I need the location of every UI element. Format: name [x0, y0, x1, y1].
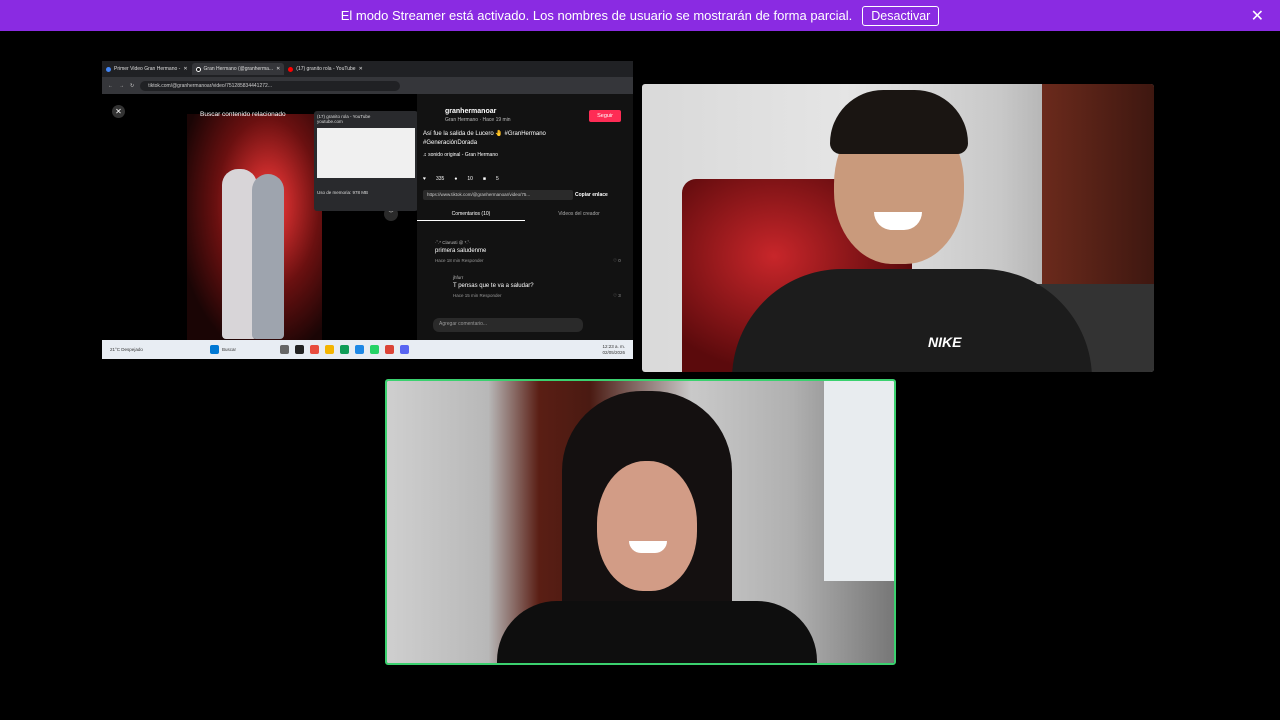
active-speaker-video-tile[interactable]	[385, 379, 896, 665]
like-count: 335	[435, 176, 445, 182]
comment-meta[interactable]: Hace 18 min Responder	[435, 258, 484, 263]
taskbar-search[interactable]: Buscar	[222, 347, 277, 352]
preview-thumbnail	[317, 128, 415, 178]
participant-video-tile[interactable]: NIKE	[642, 84, 1154, 372]
app-icon[interactable]	[355, 345, 364, 354]
app-icon[interactable]	[295, 345, 304, 354]
copy-link-button[interactable]: Copiar enlace	[575, 192, 608, 198]
close-video-icon[interactable]: ✕	[112, 105, 125, 118]
tab-close-icon[interactable]: ✕	[183, 66, 187, 72]
clock-time: 12:23 a. m.	[602, 343, 625, 349]
whatsapp-icon[interactable]	[370, 345, 379, 354]
reload-icon[interactable]: ↻	[130, 83, 134, 89]
chrome-icon[interactable]	[385, 345, 394, 354]
clock-date: 02/05/2026	[602, 349, 625, 355]
tab-close-icon[interactable]: ✕	[276, 66, 280, 72]
clock[interactable]: 12:23 a. m. 02/05/2026	[602, 344, 625, 356]
windows-taskbar: 21°C Despejado Buscar 12:23 a. m. 02/05/…	[102, 340, 633, 359]
app-icon[interactable]	[280, 345, 289, 354]
tab-comments[interactable]: Comentarios (10)	[417, 211, 525, 221]
comment-text: T pensas que te va a saludar?	[453, 283, 534, 289]
door	[1042, 84, 1154, 304]
comment-input[interactable]: Agregar comentario...	[433, 318, 583, 332]
tab-label: (17) granito rola - YouTube	[296, 66, 356, 72]
comment-user[interactable]: jhfurr	[453, 275, 463, 280]
follow-button[interactable]: Seguir	[589, 110, 621, 122]
participant-body	[497, 601, 817, 663]
forward-icon[interactable]: →	[119, 83, 124, 89]
streamer-mode-banner: El modo Streamer está activado. Los nomb…	[0, 0, 1280, 31]
banner-message: El modo Streamer está activado. Los nomb…	[340, 8, 853, 23]
tab-label: Gran Hermano (@granherma...	[203, 66, 274, 72]
close-icon[interactable]: ✕	[1251, 6, 1264, 26]
post-sound[interactable]: ♫ sonido original - Gran Hermano	[423, 152, 498, 158]
tab-close-icon[interactable]: ✕	[359, 66, 363, 72]
preview-memory: Uso de memoria: 978 MB	[317, 190, 369, 195]
comment-likes[interactable]: ♡ 3	[613, 293, 621, 299]
participant-face	[597, 461, 697, 591]
app-icon[interactable]	[340, 345, 349, 354]
comment-tabs: Comentarios (10) Videos del creador	[417, 211, 633, 221]
youtube-favicon-icon	[288, 66, 294, 72]
bookmark-icon[interactable]: ■	[483, 176, 486, 182]
back-icon[interactable]: ←	[108, 83, 113, 89]
heart-icon[interactable]: ♥	[423, 176, 426, 182]
comment-text: primera saludenme	[435, 248, 487, 254]
comment-count: 10	[467, 176, 473, 182]
browser-tab-bar: Primer Video Gran Hermano - ✕ Gran Herma…	[102, 61, 633, 77]
screen-share-tile[interactable]: Primer Video Gran Hermano - ✕ Gran Herma…	[102, 61, 633, 359]
start-icon[interactable]	[210, 345, 219, 354]
browser-tab[interactable]: (17) granito rola - YouTube ✕	[284, 63, 367, 75]
browser-tab[interactable]: Primer Video Gran Hermano - ✕	[102, 63, 192, 75]
post-username[interactable]: granhermanoar	[445, 108, 496, 115]
share-link[interactable]: https://www.tiktok.com/@granhermanoar/vi…	[423, 190, 573, 200]
weather-widget[interactable]: 21°C Despejado	[110, 347, 150, 352]
search-hint[interactable]: Buscar contenido relacionado	[200, 111, 286, 118]
url-field[interactable]: tiktok.com/@granhermanoar/video/75128583…	[140, 80, 401, 91]
comment-user[interactable]: ·˚.* Clarusti @ *.˚·	[435, 240, 471, 245]
discord-icon[interactable]	[400, 345, 409, 354]
save-count: 5	[495, 176, 499, 182]
folder-icon[interactable]	[325, 345, 334, 354]
preview-site: youtube.com	[317, 119, 343, 124]
tab-favicon-icon	[106, 66, 111, 72]
tab-creator-videos[interactable]: Videos del creador	[525, 211, 633, 221]
tab-label: Primer Video Gran Hermano -	[114, 66, 181, 72]
tiktok-side-panel: granhermanoar Gran Hermano · Hace 19 min…	[417, 94, 633, 340]
deactivate-button[interactable]: Desactivar	[862, 5, 940, 26]
address-bar: ← → ↻ tiktok.com/@granhermanoar/video/75…	[102, 77, 633, 94]
tiktok-favicon-icon	[195, 66, 201, 72]
video-player[interactable]: ✕ Buscar contenido relacionado ︿ ﹀ (17) …	[102, 94, 418, 340]
post-meta: Gran Hermano · Hace 19 min	[445, 117, 511, 123]
window	[824, 381, 894, 581]
comment-likes[interactable]: ♡ 0	[613, 258, 621, 264]
post-stats: ♥ 335 ● 10 ■ 5	[423, 176, 499, 182]
browser-tab[interactable]: Gran Hermano (@granherma... ✕	[191, 63, 285, 75]
video-frame	[187, 114, 322, 340]
post-caption: Así fue la salida de Lucero 🤚 #GranHerma…	[423, 131, 546, 146]
comment-icon[interactable]: ●	[454, 176, 457, 182]
app-icon[interactable]	[310, 345, 319, 354]
shirt-logo: NIKE	[928, 334, 962, 350]
comment-meta[interactable]: Hace 15 min Responder	[453, 293, 502, 298]
tab-hover-preview: (17) granito rola - YouTube youtube.com …	[314, 111, 418, 211]
video-person	[252, 174, 284, 339]
participant-shirt	[732, 269, 1092, 372]
participant-smile	[629, 541, 667, 553]
